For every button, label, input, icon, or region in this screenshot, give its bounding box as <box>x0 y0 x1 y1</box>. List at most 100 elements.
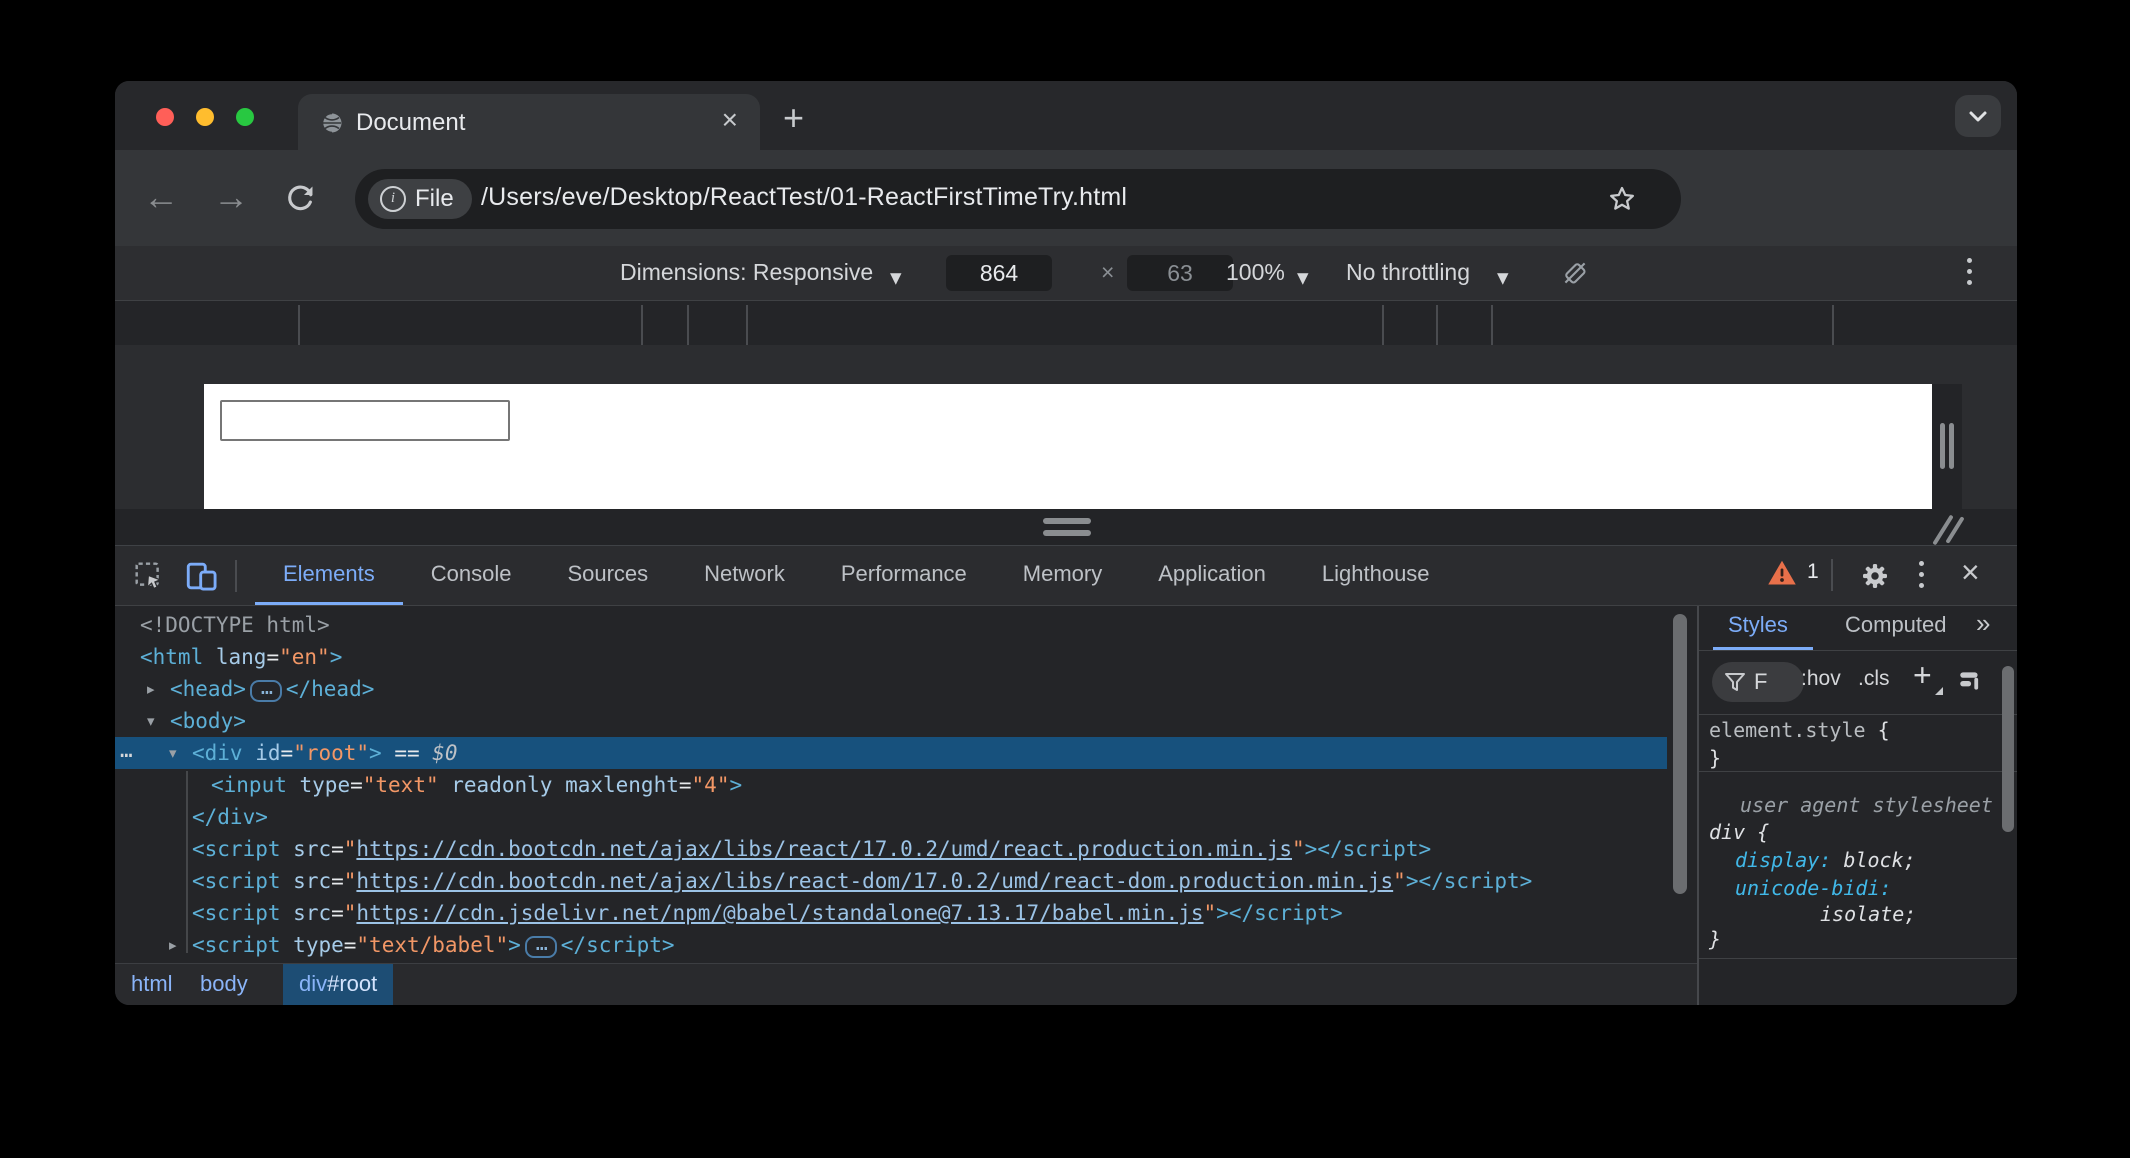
dom-node-text: <script type="text/babel">…</script> <box>192 929 675 961</box>
devtools-icon-separator <box>235 560 237 592</box>
more-actions-icon[interactable]: … <box>120 734 131 766</box>
bookmark-star-icon[interactable] <box>1607 184 1637 214</box>
styles-scrollbar[interactable] <box>2002 666 2014 832</box>
devtools-tabbar: ElementsConsoleSourcesNetworkPerformance… <box>115 546 2017 606</box>
css-property-value[interactable]: isolate; <box>1820 902 1916 926</box>
page-text-input[interactable] <box>220 400 510 441</box>
css-property[interactable]: unicode-bidi: <box>1735 876 1892 900</box>
back-icon[interactable]: ← <box>143 176 179 218</box>
collapsed-content-icon[interactable]: … <box>250 680 282 702</box>
info-icon[interactable]: i <box>380 186 406 212</box>
ua-stylesheet-label: user agent stylesheet <box>1740 793 1993 817</box>
dom-tree-row[interactable]: ▾<body> <box>115 705 1667 737</box>
zoom-caret-icon[interactable]: ▾ <box>1297 264 1309 291</box>
breadcrumb-item-selected[interactable]: div#root <box>283 964 393 1005</box>
ruler-tick <box>641 305 643 346</box>
inspect-element-icon[interactable] <box>133 560 165 592</box>
breadcrumb-item-body[interactable]: body <box>200 964 248 1005</box>
devtools-tab-elements[interactable]: Elements <box>255 546 403 605</box>
dom-tree-row[interactable]: …▾<div id="root"> == $0 <box>115 737 1667 769</box>
throttling-select[interactable]: No throttling <box>1346 259 1470 286</box>
dom-tree-row[interactable]: ▸ <head>…</head> <box>115 673 1667 705</box>
ruler-tick <box>298 305 300 346</box>
filter-text: F <box>1754 669 1767 695</box>
close-window-button[interactable] <box>156 108 174 126</box>
breadcrumb-id: #root <box>327 971 377 996</box>
css-property[interactable]: display: block; <box>1735 848 1916 872</box>
dom-tree-row[interactable]: <script src="https://cdn.jsdelivr.net/np… <box>115 897 1667 929</box>
dom-tree-row[interactable]: <html lang="en"> <box>115 641 1667 673</box>
devtools-tab-application[interactable]: Application <box>1130 546 1294 605</box>
file-scheme-chip[interactable]: i File <box>368 179 472 219</box>
dom-tree-row[interactable]: <script src="https://cdn.bootcdn.net/aja… <box>115 833 1667 865</box>
styles-options-icon[interactable] <box>1957 668 1983 694</box>
browser-toolbar: ← → i File /Users/eve/Desktop/ReactTest/… <box>115 150 2017 246</box>
viewport-right-resize-handle[interactable] <box>1949 423 1954 469</box>
toggle-hover-state[interactable]: :hov <box>1801 667 1841 691</box>
dom-tree-row[interactable]: </div> <box>115 801 1667 833</box>
dimensions-label[interactable]: Dimensions: Responsive <box>620 259 873 286</box>
devtools-menu-icon[interactable] <box>1919 561 1924 588</box>
dom-scrollbar[interactable] <box>1673 614 1687 894</box>
devtools-tab-network[interactable]: Network <box>676 546 813 605</box>
collapsed-content-icon[interactable]: … <box>525 936 557 958</box>
viewport-bottom-resize-handle[interactable] <box>1043 530 1091 536</box>
tab-close-icon[interactable]: × <box>722 104 738 136</box>
rendered-page <box>204 384 1932 509</box>
forward-icon[interactable]: → <box>213 176 249 218</box>
viewport-right-resize-handle[interactable] <box>1940 423 1945 469</box>
dom-tree-row[interactable]: ▸ <script type="text/babel">…</script> <box>115 929 1667 961</box>
devtools-tab-lighthouse[interactable]: Lighthouse <box>1294 546 1458 605</box>
dom-node-text: <!DOCTYPE html> <box>140 609 330 641</box>
dom-tree-row[interactable]: <script src="https://cdn.bootcdn.net/aja… <box>115 865 1667 897</box>
reload-icon[interactable] <box>283 182 317 216</box>
disclosure-closed-icon[interactable]: ▸ <box>169 929 177 961</box>
settings-gear-icon[interactable] <box>1859 560 1891 592</box>
devtools-tab-console[interactable]: Console <box>403 546 540 605</box>
breadcrumb-item-html[interactable]: html <box>131 964 173 1005</box>
breadcrumb-tag: div <box>299 971 327 996</box>
ruler-tick <box>1491 305 1493 346</box>
throttling-caret-icon[interactable]: ▾ <box>1497 264 1509 291</box>
device-toolbar-toggle-icon[interactable] <box>185 560 219 592</box>
devtools-tab-memory[interactable]: Memory <box>995 546 1130 605</box>
dimensions-caret-icon[interactable]: ▾ <box>890 264 902 291</box>
more-tabs-icon[interactable]: » <box>1976 608 1986 639</box>
dom-node-text: <script src="https://cdn.jsdelivr.net/np… <box>192 897 1343 929</box>
devtools-close-icon[interactable]: × <box>1961 554 1980 591</box>
zoom-window-button[interactable] <box>236 108 254 126</box>
browser-tab[interactable]: Document × <box>298 94 760 150</box>
devtools-tab-performance[interactable]: Performance <box>813 546 995 605</box>
disclosure-open-icon[interactable]: ▾ <box>147 705 155 737</box>
breadcrumb: html body div#root <box>115 963 1697 1005</box>
address-bar[interactable]: i File /Users/eve/Desktop/ReactTest/01-R… <box>355 169 1681 229</box>
devtools-issues-button[interactable]: 1 <box>1767 558 1819 586</box>
dom-node-text: <input type="text" readonly maxlenght="4… <box>211 769 742 801</box>
issue-count: 1 <box>1807 560 1819 584</box>
viewport-bottom-resize-handle[interactable] <box>1043 518 1091 524</box>
dom-tree-row[interactable]: <!DOCTYPE html> <box>115 609 1667 641</box>
element-style-close: } <box>1709 746 1721 770</box>
disclosure-closed-icon[interactable]: ▸ <box>147 673 155 705</box>
dom-node-text: <html lang="en"> <box>140 641 342 673</box>
url-text[interactable]: /Users/eve/Desktop/ReactTest/01-ReactFir… <box>481 183 1127 212</box>
device-toolbar-menu-icon[interactable] <box>1967 258 1972 285</box>
rotate-disabled-icon <box>1559 257 1591 289</box>
viewport-height-input[interactable]: 63 <box>1127 255 1233 291</box>
dom-tree-row[interactable]: <input type="text" readonly maxlenght="4… <box>115 769 1667 801</box>
element-style-rule[interactable]: element.style { <box>1709 718 1890 742</box>
new-tab-icon[interactable]: + <box>783 97 804 139</box>
zoom-level[interactable]: 100% <box>1226 259 1285 286</box>
div-rule-selector[interactable]: div { <box>1709 820 1769 844</box>
viewport-width-input[interactable]: 864 <box>946 255 1052 291</box>
tab-styles[interactable]: Styles <box>1728 612 1788 638</box>
minimize-window-button[interactable] <box>196 108 214 126</box>
tab-search-button[interactable] <box>1955 95 2001 137</box>
tab-computed[interactable]: Computed <box>1845 612 1947 638</box>
styles-filter-input[interactable]: F <box>1712 662 1804 702</box>
dom-node-text: <head>…</head> <box>170 673 374 705</box>
disclosure-open-icon[interactable]: ▾ <box>169 737 177 769</box>
devtools-tab-sources[interactable]: Sources <box>539 546 676 605</box>
new-style-rule-icon[interactable]: + <box>1913 657 1932 694</box>
toggle-classes[interactable]: .cls <box>1858 667 1890 691</box>
